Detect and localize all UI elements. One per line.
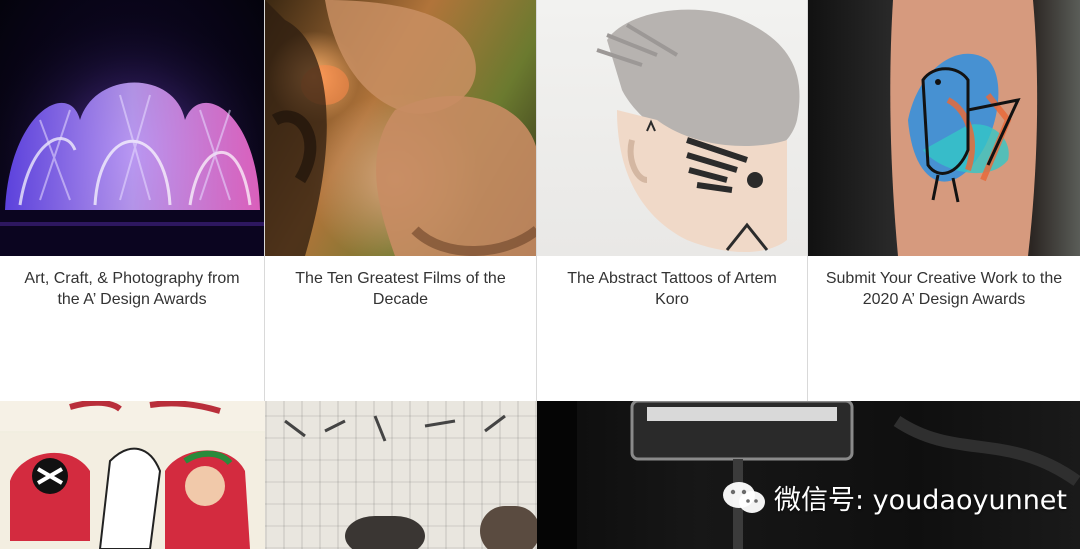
article-thumbnail[interactable] (265, 401, 537, 549)
article-grid-page: Art, Craft, & Photography from the A’ De… (0, 0, 1080, 549)
flash-wall-image (284, 414, 537, 549)
article-thumbnail[interactable] (0, 0, 264, 256)
article-card[interactable]: Submit Your Creative Work to the 2020 A’… (808, 0, 1080, 401)
article-title[interactable]: The Ten Greatest Films of the Decade (265, 256, 536, 310)
wechat-watermark: 微信号: youdaoyunnet (722, 478, 1067, 517)
article-thumbnail[interactable] (537, 0, 807, 256)
pirate-flash-image (0, 401, 265, 549)
article-row-bottom (0, 401, 1080, 549)
watermark-text: 微信号: youdaoyunnet (774, 485, 1068, 516)
article-title[interactable]: Submit Your Creative Work to the 2020 A’… (808, 256, 1080, 310)
wechat-icon (723, 481, 765, 513)
article-thumbnail[interactable] (265, 0, 536, 256)
pavilion-image (0, 0, 264, 256)
article-thumbnail[interactable] (0, 401, 265, 549)
film-still-image (265, 0, 536, 256)
arm-tattoo-image (890, 0, 1038, 256)
article-thumbnail[interactable] (808, 0, 1080, 256)
article-title[interactable]: The Abstract Tattoos of Artem Koro (537, 256, 807, 310)
tattoo-studio-image (537, 401, 1080, 549)
tattooed-head-image (596, 9, 800, 252)
article-thumbnail[interactable] (537, 401, 1080, 549)
article-card[interactable]: The Abstract Tattoos of Artem Koro (537, 0, 808, 401)
article-title[interactable]: Art, Craft, & Photography from the A’ De… (0, 256, 264, 310)
article-card[interactable]: The Ten Greatest Films of the Decade (265, 0, 537, 401)
article-row-top: Art, Craft, & Photography from the A’ De… (0, 0, 1080, 401)
article-card[interactable]: Art, Craft, & Photography from the A’ De… (0, 0, 265, 401)
